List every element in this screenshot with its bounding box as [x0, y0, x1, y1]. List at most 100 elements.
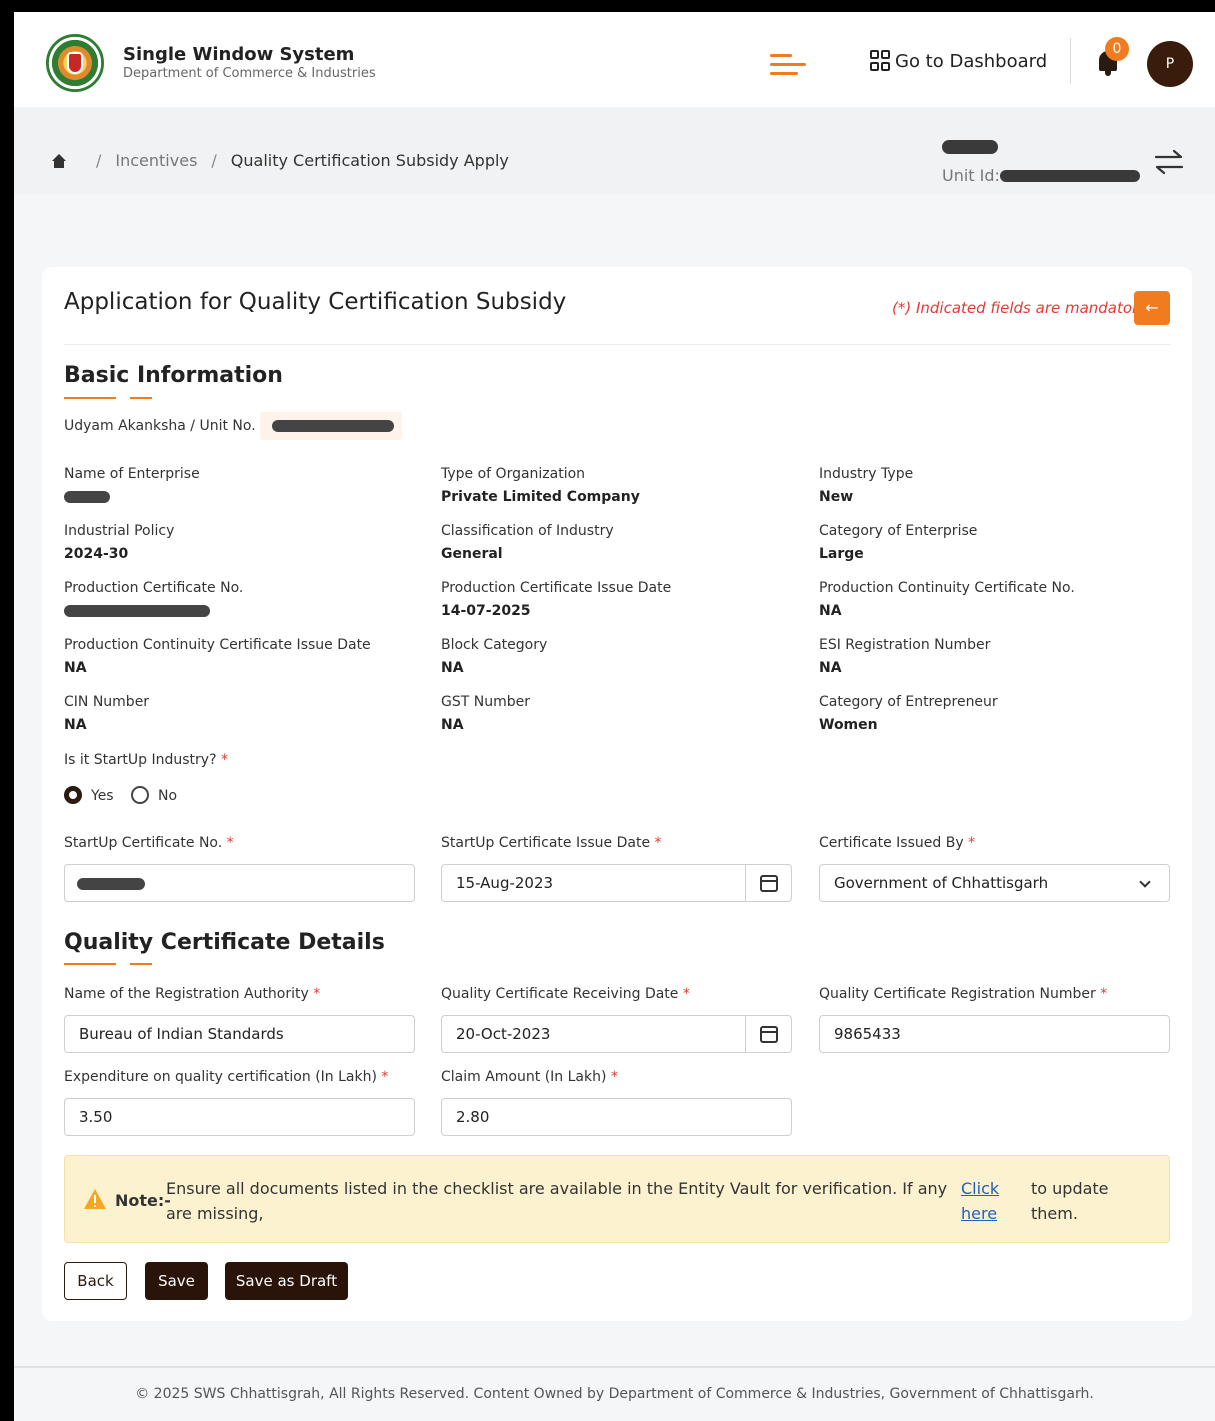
startup-question-text: Is it StartUp Industry? — [64, 752, 217, 768]
breadcrumb: / Incentives / Quality Certification Sub… — [52, 151, 509, 170]
required-mark: * — [682, 986, 690, 1002]
unit-name-redacted — [942, 140, 998, 154]
expenditure-input[interactable]: 3.50 — [64, 1098, 415, 1136]
field-label: Category of Enterprise — [819, 523, 978, 539]
breadcrumb-incentives[interactable]: Incentives — [115, 151, 197, 170]
required-mark: * — [220, 752, 228, 768]
calendar-button[interactable] — [745, 865, 791, 901]
dashboard-label: Go to Dashboard — [895, 50, 1048, 72]
field-label: ESI Registration Number — [819, 637, 991, 653]
cert-issued-by-label-text: Certificate Issued By — [819, 835, 964, 851]
field-label: Type of Organization — [441, 466, 586, 482]
go-to-dashboard-button[interactable]: Go to Dashboard — [870, 50, 1047, 72]
header-divider — [1070, 38, 1071, 84]
field-value: 14-07-2025 — [441, 603, 531, 619]
startup-yes-radio[interactable] — [64, 786, 82, 804]
arrow-left-icon[interactable]: ← — [1134, 291, 1170, 325]
home-icon[interactable] — [52, 153, 66, 168]
reg-authority-label-text: Name of the Registration Authority — [64, 986, 309, 1002]
page-title: Application for Quality Certification Su… — [64, 289, 567, 315]
field-label: Name of Enterprise — [64, 466, 200, 482]
required-mark: * — [654, 835, 662, 851]
required-mark: * — [968, 835, 976, 851]
field-value: New — [819, 489, 854, 505]
startup-cert-date-label-text: StartUp Certificate Issue Date — [441, 835, 651, 851]
qc-receiving-date-value: 20-Oct-2023 — [456, 1025, 551, 1043]
qc-receiving-date-label-text: Quality Certificate Receiving Date — [441, 986, 679, 1002]
back-button[interactable]: Back — [64, 1262, 127, 1300]
breadcrumb-current: Quality Certification Subsidy Apply — [230, 151, 509, 170]
claim-amount-label-text: Claim Amount (In Lakh) — [441, 1069, 607, 1085]
calendar-icon — [760, 1026, 778, 1043]
emblem-logo-icon — [46, 34, 104, 92]
required-mark: * — [313, 986, 321, 1002]
startup-cert-date-label: StartUp Certificate Issue Date * — [441, 835, 662, 851]
cert-issued-by-select[interactable]: Government of Chhattisgarh — [819, 864, 1170, 902]
udyam-value-redacted — [260, 412, 402, 440]
field-label: Classification of Industry — [441, 523, 614, 539]
required-mark: * — [1100, 986, 1108, 1002]
field-label: CIN Number — [64, 694, 150, 710]
expenditure-label: Expenditure on quality certification (In… — [64, 1069, 388, 1085]
app-frame: Single Window System Department of Comme… — [14, 12, 1215, 1421]
swap-icon[interactable] — [1154, 149, 1184, 175]
cert-issued-by-label: Certificate Issued By * — [819, 835, 975, 851]
qc-reg-number-label: Quality Certificate Registration Number … — [819, 986, 1107, 1002]
enterprise-name-redacted — [64, 491, 110, 503]
mandatory-note: (*) Indicated fields are mandatory — [892, 299, 1148, 317]
field-value: NA — [64, 660, 87, 676]
unit-id-redacted — [1000, 170, 1140, 182]
qc-reg-number-input[interactable]: 9865433 — [819, 1015, 1170, 1053]
field-value: General — [441, 546, 503, 562]
breadcrumb-bar: / Incentives / Quality Certification Sub… — [14, 107, 1215, 195]
click-here-link[interactable]: Click here — [961, 1176, 1005, 1226]
quality-cert-title: Quality Certificate Details — [64, 930, 385, 955]
startup-cert-date-value: 15-Aug-2023 — [456, 874, 554, 892]
startup-cert-no-redacted — [77, 878, 145, 890]
calendar-button[interactable] — [745, 1016, 791, 1052]
unit-id-label: Unit Id: — [942, 166, 1000, 185]
expenditure-label-text: Expenditure on quality certification (In… — [64, 1069, 377, 1085]
save-as-draft-button[interactable]: Save as Draft — [225, 1262, 348, 1300]
startup-cert-no-input[interactable] — [64, 864, 415, 902]
reg-authority-input[interactable]: Bureau of Indian Standards — [64, 1015, 415, 1053]
field-value: NA — [819, 660, 842, 676]
field-value: 2024-30 — [64, 546, 129, 562]
cert-issued-by-value: Government of Chhattisgarh — [834, 874, 1049, 892]
claim-amount-input[interactable]: 2.80 — [441, 1098, 792, 1136]
field-value: Large — [819, 546, 864, 562]
field-value: NA — [441, 660, 464, 676]
menu-icon[interactable] — [770, 52, 806, 78]
calendar-icon — [760, 875, 778, 892]
breadcrumb-separator: / — [211, 151, 217, 170]
warning-icon — [84, 1189, 106, 1209]
startup-cert-no-label: StartUp Certificate No. * — [64, 835, 234, 851]
qc-receiving-date-input[interactable]: 20-Oct-2023 — [441, 1015, 792, 1053]
avatar[interactable]: P — [1147, 41, 1193, 87]
field-label: Production Certificate Issue Date — [441, 580, 672, 596]
startup-cert-date-input[interactable]: 15-Aug-2023 — [441, 864, 792, 902]
reg-authority-label: Name of the Registration Authority * — [64, 986, 320, 1002]
field-label: Production Certificate No. — [64, 580, 244, 596]
startup-no-radio[interactable] — [131, 786, 149, 804]
note-label: Note:- — [115, 1191, 171, 1210]
footer-text: © 2025 SWS Chhattisgrah, All Rights Rese… — [135, 1386, 1094, 1402]
application-card: Application for Quality Certification Su… — [42, 267, 1192, 1321]
breadcrumb-separator: / — [96, 151, 102, 170]
field-label: Production Continuity Certificate Issue … — [64, 637, 371, 653]
grid-icon — [870, 50, 892, 72]
field-label: Block Category — [441, 637, 548, 653]
chevron-down-icon — [1139, 876, 1151, 888]
field-value: Private Limited Company — [441, 489, 640, 505]
startup-question: Is it StartUp Industry? * — [64, 752, 228, 768]
footer: © 2025 SWS Chhattisgrah, All Rights Rese… — [14, 1366, 1215, 1421]
field-label: Industrial Policy — [64, 523, 175, 539]
basic-info-title: Basic Information — [64, 363, 283, 388]
field-value: NA — [441, 717, 464, 733]
field-value: Women — [819, 717, 878, 733]
field-value: NA — [819, 603, 842, 619]
qc-receiving-date-label: Quality Certificate Receiving Date * — [441, 986, 690, 1002]
note-banner: Note:- Ensure all documents listed in th… — [64, 1155, 1170, 1243]
save-button[interactable]: Save — [145, 1262, 208, 1300]
udyam-label: Udyam Akanksha / Unit No. — [64, 418, 256, 434]
